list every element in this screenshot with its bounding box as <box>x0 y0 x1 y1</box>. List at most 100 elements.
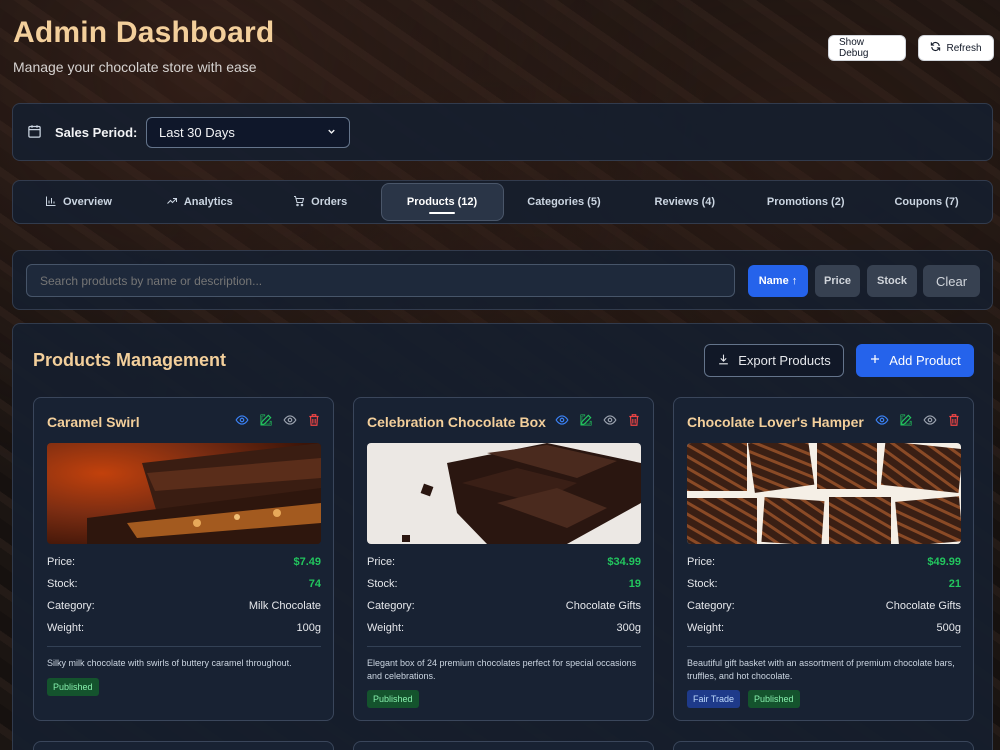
product-card[interactable]: Celebration Chocolate Box Price: $34.99 S… <box>353 397 654 721</box>
product-image <box>367 443 641 544</box>
price-label: Price: <box>47 556 76 568</box>
tab-reviews[interactable]: Reviews (4) <box>624 183 745 221</box>
category-value: Chocolate Gifts <box>885 600 961 612</box>
products-panel: Products Management Export Products Add … <box>12 323 993 750</box>
sort-stock-button[interactable]: Stock <box>867 265 917 297</box>
price-value: $7.49 <box>293 556 321 568</box>
product-image <box>687 443 961 544</box>
tab-label: Orders <box>311 196 348 208</box>
weight-value: 100g <box>296 622 321 634</box>
trending-up-icon <box>166 195 178 210</box>
weight-value: 300g <box>616 622 641 634</box>
category-label: Category: <box>367 600 415 612</box>
category-label: Category: <box>687 600 735 612</box>
visibility-icon[interactable] <box>923 413 937 432</box>
edit-icon[interactable] <box>579 413 593 432</box>
page-subtitle: Manage your chocolate store with ease <box>13 59 257 75</box>
view-icon[interactable] <box>555 413 569 432</box>
edit-icon[interactable] <box>259 413 273 432</box>
download-icon <box>717 353 730 369</box>
product-card[interactable] <box>673 741 974 750</box>
sort-name-button[interactable]: Name ↑ <box>748 265 808 297</box>
search-panel: Name ↑ Price Stock Clear <box>12 250 993 310</box>
category-value: Chocolate Gifts <box>565 600 641 612</box>
product-name: Celebration Chocolate Box <box>367 414 546 430</box>
tab-bar: Overview Analytics Orders Products (12) … <box>12 180 993 224</box>
tab-label: Promotions (2) <box>766 196 845 208</box>
divider <box>47 646 321 647</box>
tab-label: Overview <box>62 196 112 208</box>
price-label: Price: <box>687 556 716 568</box>
delete-icon[interactable] <box>947 413 961 432</box>
tab-label: Analytics <box>183 196 233 208</box>
tab-coupons[interactable]: Coupons (7) <box>866 183 987 221</box>
stock-label: Stock: <box>367 578 398 590</box>
stock-value: 74 <box>308 578 321 590</box>
category-label: Category: <box>47 600 95 612</box>
visibility-icon[interactable] <box>603 413 617 432</box>
view-icon[interactable] <box>875 413 889 432</box>
delete-icon[interactable] <box>307 413 321 432</box>
tab-products[interactable]: Products (12) <box>380 183 504 221</box>
tab-label: Categories (5) <box>527 196 601 208</box>
product-description: Silky milk chocolate with swirls of butt… <box>47 658 292 668</box>
refresh-button[interactable]: Refresh <box>918 35 994 61</box>
divider <box>367 646 641 647</box>
sales-period-panel: Sales Period: Last 30 Days <box>12 103 993 161</box>
export-products-button[interactable]: Export Products <box>704 344 844 377</box>
visibility-icon[interactable] <box>283 413 297 432</box>
calendar-icon <box>27 124 42 144</box>
tab-categories[interactable]: Categories (5) <box>504 183 625 221</box>
stock-label: Stock: <box>687 578 718 590</box>
export-products-label: Export Products <box>738 353 831 368</box>
tab-analytics[interactable]: Analytics <box>139 183 260 221</box>
tab-overview[interactable]: Overview <box>18 183 139 221</box>
product-description: Beautiful gift basket with an assortment… <box>687 658 955 681</box>
refresh-icon <box>930 41 941 55</box>
chevron-down-icon <box>326 125 337 140</box>
sort-price-button[interactable]: Price <box>815 265 860 297</box>
sales-period-select[interactable]: Last 30 Days <box>146 117 350 148</box>
show-debug-label: Show Debug <box>839 37 869 59</box>
delete-icon[interactable] <box>627 413 641 432</box>
price-value: $49.99 <box>927 556 961 568</box>
tab-promotions[interactable]: Promotions (2) <box>745 183 866 221</box>
product-card[interactable] <box>353 741 654 750</box>
product-description: Elegant box of 24 premium chocolates per… <box>367 658 637 681</box>
product-card[interactable]: Chocolate Lover's Hamper Price: $49.99 S… <box>673 397 974 721</box>
clear-button[interactable]: Clear <box>923 265 980 297</box>
view-icon[interactable] <box>235 413 249 432</box>
weight-label: Weight: <box>47 622 85 634</box>
edit-icon[interactable] <box>899 413 913 432</box>
page-header: Admin Dashboard Manage your chocolate st… <box>12 0 994 96</box>
product-name: Caramel Swirl <box>47 414 140 430</box>
show-debug-button[interactable]: Show Debug <box>828 35 906 61</box>
price-value: $34.99 <box>607 556 641 568</box>
refresh-label: Refresh <box>946 42 982 54</box>
weight-value: 500g <box>936 622 961 634</box>
weight-label: Weight: <box>367 622 405 634</box>
product-card[interactable] <box>33 741 334 750</box>
stock-label: Stock: <box>47 578 78 590</box>
tab-orders[interactable]: Orders <box>260 183 381 221</box>
product-image <box>47 443 321 544</box>
fair-trade-badge: Fair Trade <box>687 690 741 708</box>
stock-value: 19 <box>628 578 641 590</box>
status-badge: Published <box>748 690 800 708</box>
tab-label: Coupons (7) <box>894 196 959 208</box>
add-product-button[interactable]: Add Product <box>856 344 974 377</box>
category-value: Milk Chocolate <box>248 600 321 612</box>
product-name: Chocolate Lover's Hamper <box>687 414 864 430</box>
price-label: Price: <box>367 556 396 568</box>
cart-icon <box>293 195 305 210</box>
page-title: Admin Dashboard <box>13 16 275 49</box>
add-product-label: Add Product <box>889 353 961 368</box>
sales-period-value: Last 30 Days <box>159 125 235 140</box>
stock-value: 21 <box>948 578 961 590</box>
section-title: Products Management <box>33 350 227 370</box>
product-card[interactable]: Caramel Swirl Price: $7.49 Stock: 74 Categ… <box>33 397 334 721</box>
plus-icon <box>869 353 881 368</box>
weight-label: Weight: <box>687 622 725 634</box>
search-input[interactable] <box>26 264 735 297</box>
divider <box>687 646 961 647</box>
